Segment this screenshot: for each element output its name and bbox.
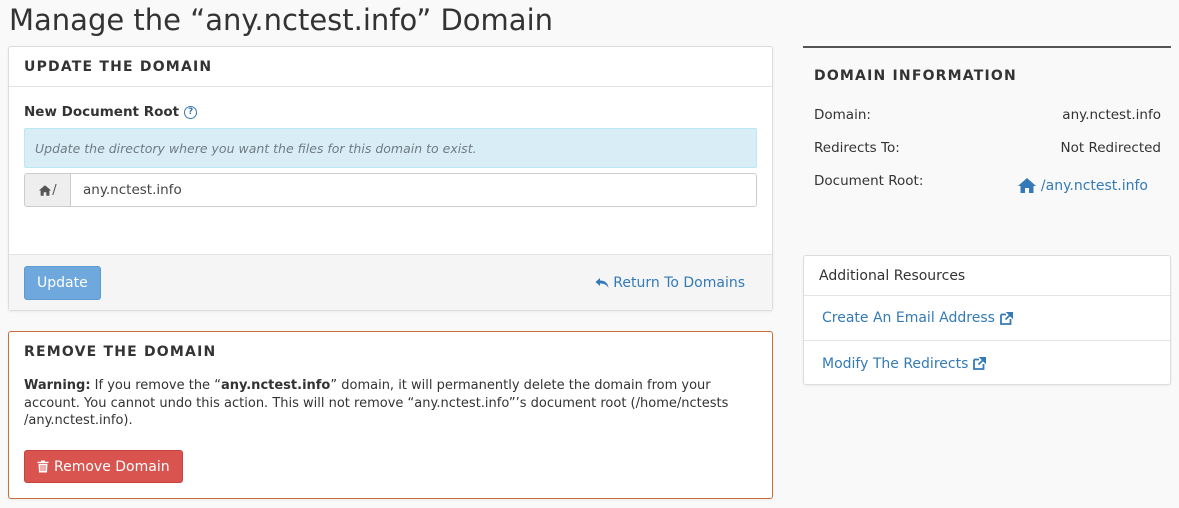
remove-domain-heading: Remove the Domain [24,344,217,360]
return-to-domains-link[interactable]: Return To Domains [595,275,745,291]
resource-item-create-email: Create An Email Address [804,296,1170,341]
modify-redirects-label: Modify The Redirects [822,355,969,372]
document-root-label-text: New Document Root [24,104,180,120]
external-link-icon [1000,311,1013,325]
addon-slash: / [52,182,57,198]
home-icon [39,184,52,196]
resource-item-modify-redirects: Modify The Redirects [804,341,1170,386]
domain-label: Domain: [814,107,871,123]
document-root-info-alert: Update the directory where you want the … [24,128,757,168]
document-root-info-row: Document Root: /any.nctest.info [814,173,1148,194]
reply-arrow-icon [595,277,609,288]
additional-resources-panel: Additional Resources Create An Email Add… [803,255,1171,385]
document-root-input[interactable] [71,174,756,206]
update-domain-panel: Update the Domain New Document Root ? Up… [8,46,773,311]
trash-icon [37,460,49,473]
create-email-link[interactable]: Create An Email Address [822,310,1013,326]
question-circle-icon[interactable]: ? [184,105,198,119]
warning-part1: If you remove the “ [90,378,221,393]
redirects-info-row: Redirects To: Not Redirected [814,140,1161,156]
update-domain-footer: Update Return To Domains [9,254,772,310]
additional-resources-heading: Additional Resources [804,256,1170,296]
domain-information-heading: Domain Information [814,68,1017,84]
remove-domain-panel: Remove the Domain Warning: If you remove… [8,331,773,499]
domain-value: any.nctest.info [1062,107,1161,123]
update-domain-heading: Update the Domain [9,47,772,87]
redirects-label: Redirects To: [814,140,900,156]
document-root-link[interactable]: /any.nctest.info [1017,177,1148,194]
sidebar-divider [803,46,1171,48]
create-email-label: Create An Email Address [822,310,995,326]
update-button[interactable]: Update [24,265,101,300]
document-root-input-group: / [24,173,757,207]
redirects-value: Not Redirected [1060,140,1162,156]
remove-warning-text: Warning: If you remove the “any.nctest.i… [9,377,772,430]
external-link-icon [973,357,987,370]
document-root-value: /any.nctest.info [1040,177,1148,194]
document-root-addon: / [25,174,71,206]
home-icon [1017,178,1036,193]
warning-domain: any.nctest.info [220,378,331,393]
domain-info-row: Domain: any.nctest.info [814,107,1161,123]
return-to-domains-label: Return To Domains [613,274,745,291]
warning-label: Warning: [24,378,91,393]
modify-redirects-link[interactable]: Modify The Redirects [822,355,987,372]
remove-domain-label: Remove Domain [54,458,170,475]
remove-domain-button[interactable]: Remove Domain [24,450,183,483]
document-root-info-label: Document Root: [814,173,924,189]
page-title: Manage the “any.nctest.info” Domain [9,3,554,37]
document-root-label: New Document Root ? [24,101,757,123]
